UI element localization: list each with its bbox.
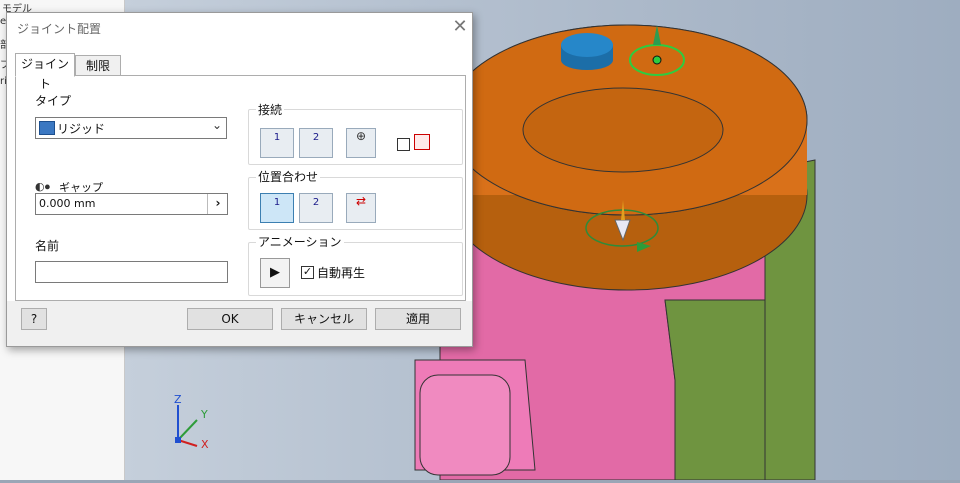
joint-placement-dialog: ジョイント配置 ✕ ジョイント 制限 タイプ リジッド ⌄ ◐⦁ ギャップ 0.… — [6, 12, 473, 347]
connect-1-label: 1 — [273, 132, 281, 143]
close-icon[interactable]: ✕ — [449, 16, 471, 38]
triad-y-label: Y — [201, 408, 208, 421]
type-select[interactable]: リジッド ⌄ — [35, 117, 227, 139]
animation-label: アニメーション — [256, 233, 344, 250]
connect-origin-2-button[interactable]: 2 — [299, 128, 333, 158]
align-label: 位置合わせ — [256, 168, 321, 185]
chevron-down-icon: ⌄ — [212, 118, 223, 132]
gap-icon: ◐⦁ — [35, 180, 51, 193]
type-value: リジッド — [57, 122, 106, 136]
ok-button[interactable]: OK — [187, 308, 273, 330]
align-1-button[interactable]: 1 — [260, 193, 294, 223]
gap-value: 0.000 mm — [39, 197, 96, 210]
cancel-button[interactable]: キャンセル — [281, 308, 367, 330]
align-1-label: 1 — [273, 197, 281, 208]
autoplay-label: 自動再生 — [317, 266, 366, 280]
align-flip-button[interactable]: ⇄ — [346, 193, 376, 223]
connect-flip-button[interactable]: ⊕ — [346, 128, 376, 158]
dialog-titlebar[interactable]: ジョイント配置 ✕ — [7, 13, 472, 43]
autoplay-checkbox[interactable]: ✓ — [301, 266, 314, 279]
flip-icon: ⊕ — [355, 129, 367, 143]
triad-z-label: Z — [174, 393, 182, 406]
connect-2-label: 2 — [312, 132, 320, 143]
name-label: 名前 — [35, 239, 60, 253]
triad-x-label: X — [201, 438, 209, 451]
isolate-icon — [414, 134, 430, 150]
connect-origin-1-button[interactable]: 1 — [260, 128, 294, 158]
flip-arrows-icon: ⇄ — [355, 194, 367, 208]
type-label: タイプ — [35, 94, 72, 108]
dialog-title: ジョイント配置 — [17, 22, 102, 36]
gap-menu-arrow[interactable]: › — [207, 194, 228, 214]
apply-button[interactable]: 適用 — [375, 308, 461, 330]
tab-limits[interactable]: 制限 — [75, 55, 121, 77]
rigid-joint-icon — [39, 121, 55, 135]
align-2-label: 2 — [312, 197, 320, 208]
play-icon: ▶ — [270, 265, 280, 280]
connect-label: 接続 — [256, 101, 285, 118]
play-button[interactable]: ▶ — [260, 258, 290, 288]
tab-joint[interactable]: ジョイント — [15, 53, 75, 91]
help-button[interactable]: ? — [21, 308, 47, 330]
help-icon: ? — [30, 312, 38, 326]
name-input[interactable] — [35, 261, 228, 283]
gap-input[interactable]: 0.000 mm › — [35, 193, 228, 215]
align-2-button[interactable]: 2 — [299, 193, 333, 223]
joint-panel: タイプ リジッド ⌄ ◐⦁ ギャップ 0.000 mm › 名前 接続 1 2 … — [15, 75, 466, 301]
isolate-checkbox[interactable] — [397, 138, 410, 151]
